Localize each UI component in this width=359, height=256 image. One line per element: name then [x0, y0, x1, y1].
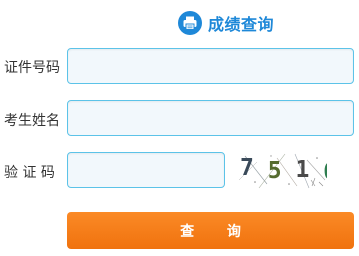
name-input[interactable]	[67, 100, 354, 136]
printer-icon	[178, 11, 202, 35]
captcha-image[interactable]: 7 5 1 6 6	[237, 150, 327, 190]
id-number-input[interactable]	[67, 48, 354, 84]
captcha-label: 验 证 码	[4, 165, 55, 181]
page-header: 成绩查询	[178, 10, 274, 36]
id-number-label: 证件号码	[4, 60, 60, 76]
captcha-input[interactable]	[67, 152, 225, 188]
name-label: 考生姓名	[4, 113, 60, 129]
query-button[interactable]: 查 询	[67, 212, 354, 249]
captcha-text: 7 5 1 6 6	[240, 155, 327, 185]
page-title: 成绩查询	[208, 15, 275, 34]
